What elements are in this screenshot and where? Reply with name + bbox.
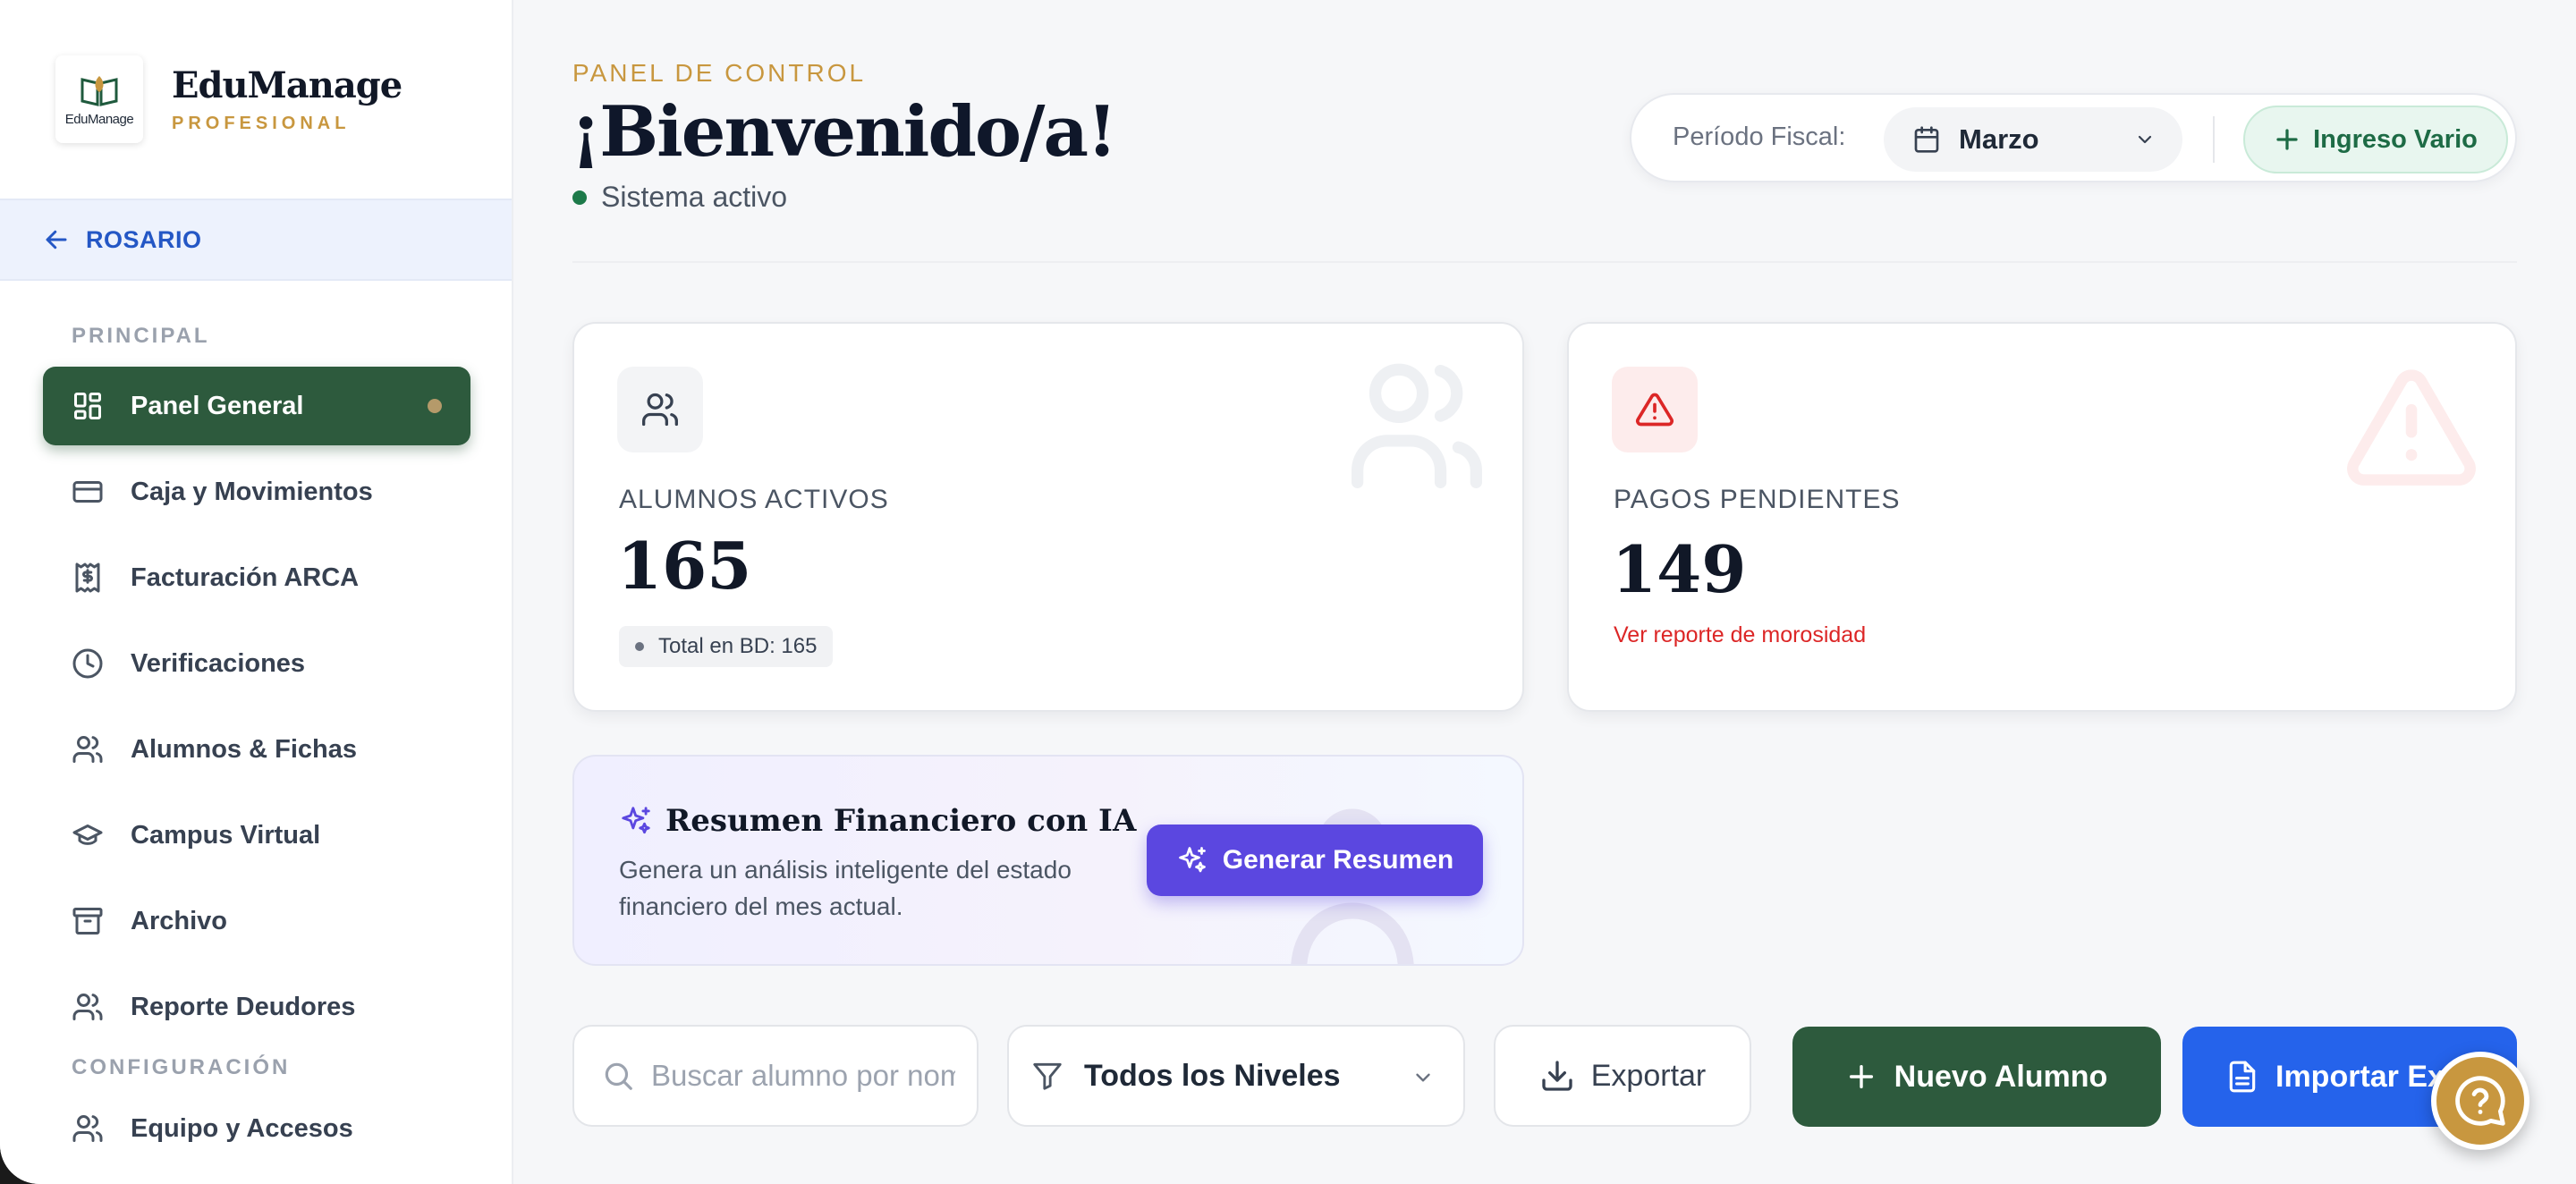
- sparkles-icon: [622, 807, 650, 834]
- credit-card-icon: [72, 481, 103, 503]
- chevron-down-icon: [1416, 1073, 1430, 1082]
- search-icon: [605, 1062, 632, 1090]
- morosidad-report-link[interactable]: Ver reporte de morosidad: [1614, 622, 1866, 648]
- ai-summary-description: Genera un análisis inteligente del estad…: [619, 856, 1072, 920]
- sidebar-item-panel-general[interactable]: Panel General: [43, 367, 470, 445]
- system-status: Sistema activo: [572, 181, 787, 214]
- kpi-value: 165: [617, 528, 752, 604]
- total-badge-text: Total en BD: 165: [658, 634, 818, 658]
- status-dot: [572, 190, 587, 205]
- sidebar-item-label: Caja y Movimientos: [131, 477, 373, 506]
- filter-icon: [1033, 1062, 1062, 1090]
- sidebar: EduManage EduManage PROFESIONAL ROSARIO …: [0, 0, 513, 1184]
- sidebar-item-label: Archivo: [131, 906, 227, 935]
- brand-name: EduManage: [172, 64, 402, 106]
- toolbar-divider: [2213, 116, 2215, 163]
- users-watermark-icon: [1351, 363, 1483, 488]
- users-icon: [72, 994, 103, 1020]
- sidebar-item-label: Verificaciones: [131, 648, 306, 678]
- calendar-icon: [1914, 126, 1939, 153]
- dashboard-icon: [74, 393, 101, 419]
- active-indicator: [428, 399, 442, 413]
- page-title: ¡Bienvenido/a!: [571, 91, 1117, 173]
- badge-dot: [635, 642, 644, 651]
- ai-summary-card: Resumen Financiero con IA Genera un anál…: [572, 755, 1524, 966]
- level-filter-value: Todos los Niveles: [1084, 1058, 1341, 1093]
- status-text: Sistema activo: [601, 181, 788, 213]
- download-icon: [1542, 1061, 1572, 1091]
- fiscal-period-label: Período Fiscal:: [1673, 123, 1846, 151]
- sidebar-item-label: Reporte Deudores: [131, 992, 356, 1021]
- ingreso-vario-button[interactable]: Ingreso Vario: [2243, 106, 2508, 173]
- total-badge: Total en BD: 165: [619, 626, 834, 667]
- sidebar-item-label: Panel General: [131, 391, 304, 420]
- new-student-label: Nuevo Alumno: [1894, 1059, 2108, 1094]
- users-icon: [72, 1115, 103, 1142]
- month-value: Marzo: [1959, 123, 2039, 155]
- sidebar-item-label: Equipo y Accesos: [131, 1113, 353, 1143]
- kpi-card-alumnos[interactable]: ALUMNOS ACTIVOS 165 Total en BD: 165: [572, 322, 1524, 712]
- ai-summary-heading: Resumen Financiero con IA: [665, 803, 1137, 839]
- campus-back-button[interactable]: ROSARIO: [0, 199, 512, 281]
- ingreso-vario-label: Ingreso Vario: [2313, 124, 2478, 154]
- plus-icon: [1849, 1064, 1873, 1089]
- arrow-left-icon: [46, 230, 67, 249]
- sidebar-item-alumnos[interactable]: Alumnos & Fichas: [43, 710, 470, 789]
- plus-icon: [2276, 129, 2298, 150]
- header-divider: [572, 261, 2517, 263]
- book-leaf-icon: [80, 75, 118, 106]
- kpi-label: ALUMNOS ACTIVOS: [619, 485, 889, 514]
- sidebar-item-reporte-deudores[interactable]: Reporte Deudores: [43, 968, 470, 1046]
- clock-icon: [72, 648, 103, 679]
- warning-icon: [1636, 393, 1674, 427]
- warning-watermark-icon: [2347, 369, 2476, 486]
- search-input[interactable]: [651, 1059, 955, 1093]
- sidebar-item-verificaciones[interactable]: Verificaciones: [43, 624, 470, 703]
- sidebar-item-equipo[interactable]: Equipo y Accesos: [43, 1089, 470, 1168]
- sidebar-item-label: Alumnos & Fichas: [131, 734, 357, 764]
- sidebar-item-facturacion[interactable]: Facturación ARCA: [43, 538, 470, 617]
- generate-summary-label: Generar Resumen: [1222, 845, 1454, 875]
- warning-icon-tile: [1612, 367, 1698, 452]
- sidebar-item-archivo[interactable]: Archivo: [43, 882, 470, 960]
- help-chat-icon: [2455, 1076, 2505, 1126]
- file-spreadsheet-icon: [2229, 1061, 2256, 1093]
- kpi-value: 149: [1612, 531, 1747, 607]
- ai-summary-title: Resumen Financiero con IA: [619, 803, 1136, 839]
- generate-summary-button[interactable]: Generar Resumen: [1147, 825, 1483, 896]
- kpi-card-pagos[interactable]: PAGOS PENDIENTES 149 Ver reporte de moro…: [1567, 322, 2517, 712]
- campus-label: ROSARIO: [86, 225, 202, 253]
- receipt-icon: [75, 562, 100, 593]
- graduation-cap-icon: [72, 825, 103, 845]
- chevron-down-icon: [2138, 135, 2152, 144]
- student-search[interactable]: [572, 1025, 979, 1127]
- level-filter-select[interactable]: Todos los Niveles: [1007, 1025, 1465, 1127]
- fiscal-toolbar: Período Fiscal: Marzo Ingreso Vario: [1630, 93, 2517, 182]
- users-icon: [642, 393, 678, 427]
- logo-caption: EduManage: [64, 111, 134, 127]
- brand-logo: EduManage: [55, 55, 143, 143]
- brand-tier: PROFESIONAL: [172, 114, 351, 133]
- sidebar-item-campus-virtual[interactable]: Campus Virtual: [43, 796, 470, 875]
- users-icon-tile: [617, 367, 703, 452]
- archive-icon: [72, 908, 103, 935]
- sidebar-item-label: Facturación ARCA: [131, 562, 360, 592]
- brand[interactable]: EduManage EduManage PROFESIONAL: [55, 55, 402, 143]
- users-icon: [72, 736, 103, 763]
- sidebar-item-label: Campus Virtual: [131, 820, 321, 850]
- export-label: Exportar: [1590, 1058, 1707, 1093]
- sparkles-icon: [1178, 847, 1206, 873]
- help-button[interactable]: [2431, 1052, 2529, 1150]
- new-student-button[interactable]: Nuevo Alumno: [1792, 1027, 2161, 1127]
- nav-section-principal: PRINCIPAL: [72, 324, 210, 348]
- page-eyebrow: PANEL DE CONTROL: [572, 59, 867, 87]
- kpi-label: PAGOS PENDIENTES: [1614, 485, 1901, 514]
- sidebar-item-caja[interactable]: Caja y Movimientos: [43, 452, 470, 531]
- nav-section-configuracion: CONFIGURACIÓN: [72, 1055, 291, 1079]
- month-select[interactable]: Marzo: [1884, 107, 2182, 172]
- app-window: EduManage EduManage PROFESIONAL ROSARIO …: [0, 0, 2576, 1184]
- export-button[interactable]: Exportar: [1494, 1025, 1751, 1127]
